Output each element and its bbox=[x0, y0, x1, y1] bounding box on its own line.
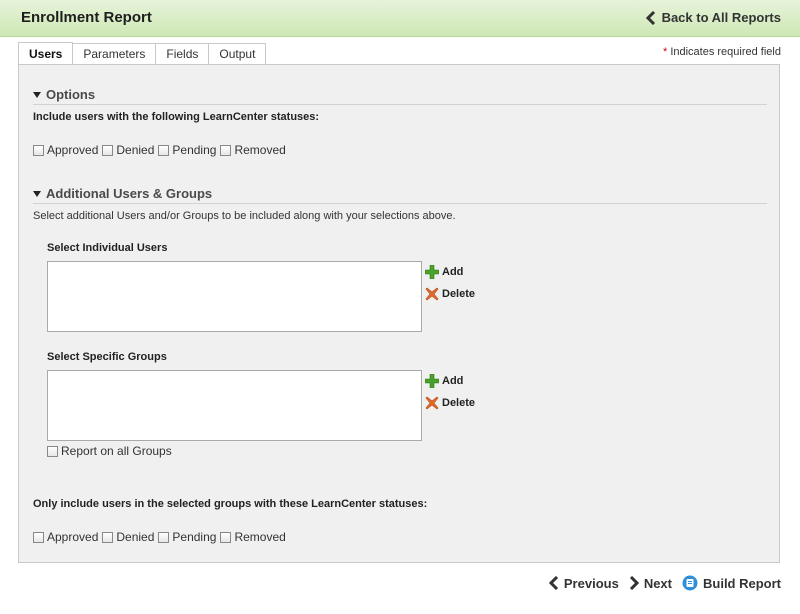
options-section-toggle[interactable]: Options bbox=[33, 87, 95, 102]
delete-group-label: Delete bbox=[442, 397, 476, 409]
tab-output[interactable]: Output bbox=[208, 43, 267, 65]
report-all-groups-label: Report on all Groups bbox=[61, 444, 172, 458]
group-statuses-label: Only include users in the selected group… bbox=[33, 498, 428, 510]
pending-label: Pending bbox=[172, 143, 217, 157]
options-status-checkboxes: Approved Denied Pending Removed bbox=[33, 143, 290, 157]
report-all-groups-row: Report on all Groups bbox=[47, 444, 176, 458]
delete-x-icon bbox=[425, 287, 439, 301]
build-report-button[interactable]: Build Report bbox=[682, 575, 781, 591]
group-pending-label: Pending bbox=[172, 530, 217, 544]
approved-checkbox[interactable] bbox=[33, 144, 44, 156]
delete-user-button[interactable]: Delete bbox=[425, 287, 475, 301]
group-pending-checkbox[interactable] bbox=[158, 531, 170, 543]
additional-section-title: Additional Users & Groups bbox=[46, 186, 213, 201]
group-status-checkboxes: Approved Denied Pending Removed bbox=[33, 530, 290, 544]
tab-parameters[interactable]: Parameters bbox=[72, 43, 157, 65]
delete-user-label: Delete bbox=[442, 288, 476, 300]
additional-section-toggle[interactable]: Additional Users & Groups bbox=[33, 186, 212, 201]
add-group-label: Add bbox=[442, 375, 464, 387]
next-button[interactable]: Next bbox=[629, 576, 672, 591]
group-approved-label: Approved bbox=[47, 530, 99, 544]
report-tabs: Users Parameters Fields Output bbox=[18, 42, 267, 65]
build-report-label: Build Report bbox=[703, 575, 781, 591]
triangle-down-icon bbox=[33, 190, 41, 197]
group-removed-label: Removed bbox=[234, 530, 286, 544]
select-users-label: Select Individual Users bbox=[47, 242, 168, 254]
required-star: * bbox=[662, 46, 668, 58]
required-note-text: Indicates required field bbox=[670, 46, 781, 58]
group-denied-label: Denied bbox=[116, 530, 155, 544]
pending-checkbox[interactable] bbox=[158, 144, 170, 156]
previous-label: Previous bbox=[563, 575, 619, 591]
report-all-groups-checkbox[interactable] bbox=[47, 445, 58, 457]
triangle-down-icon bbox=[33, 91, 41, 98]
tab-users[interactable]: Users bbox=[18, 42, 74, 65]
required-field-note: * Indicates required field bbox=[663, 46, 781, 58]
options-divider bbox=[33, 104, 767, 105]
delete-group-button[interactable]: Delete bbox=[425, 396, 475, 410]
denied-checkbox[interactable] bbox=[102, 144, 114, 156]
additional-divider bbox=[33, 203, 767, 204]
approved-label: Approved bbox=[47, 143, 99, 157]
add-user-label: Add bbox=[442, 266, 464, 278]
removed-checkbox[interactable] bbox=[220, 144, 232, 156]
wizard-navigation: Previous Next Build Report bbox=[539, 575, 781, 591]
options-statuses-label: Include users with the following LearnCe… bbox=[33, 111, 320, 123]
add-user-button[interactable]: Add bbox=[425, 265, 463, 279]
back-to-all-reports-link[interactable]: Back to All Reports bbox=[645, 10, 781, 25]
additional-description: Select additional Users and/or Groups to… bbox=[33, 210, 456, 222]
add-group-button[interactable]: Add bbox=[425, 374, 463, 388]
removed-label: Removed bbox=[234, 143, 286, 157]
group-denied-checkbox[interactable] bbox=[102, 531, 114, 543]
chevron-right-icon bbox=[629, 576, 639, 590]
chevron-left-icon bbox=[548, 576, 558, 590]
plus-icon bbox=[425, 374, 439, 388]
users-panel: Options Include users with the following… bbox=[18, 64, 780, 563]
build-report-icon bbox=[682, 575, 698, 591]
report-header: Enrollment Report Back to All Reports bbox=[0, 0, 800, 37]
plus-icon bbox=[425, 265, 439, 279]
next-label: Next bbox=[643, 575, 672, 591]
back-link-label: Back to All Reports bbox=[661, 10, 781, 25]
specific-groups-listbox[interactable] bbox=[47, 370, 422, 441]
individual-users-listbox[interactable] bbox=[47, 261, 422, 332]
previous-button[interactable]: Previous bbox=[548, 575, 619, 591]
page-title: Enrollment Report bbox=[21, 9, 152, 26]
options-section-title: Options bbox=[46, 87, 96, 102]
delete-x-icon bbox=[425, 396, 439, 410]
chevron-left-icon bbox=[645, 10, 655, 25]
select-groups-label: Select Specific Groups bbox=[47, 351, 167, 363]
group-approved-checkbox[interactable] bbox=[33, 531, 44, 543]
denied-label: Denied bbox=[116, 143, 155, 157]
tab-fields[interactable]: Fields bbox=[155, 43, 210, 65]
group-removed-checkbox[interactable] bbox=[220, 531, 232, 543]
